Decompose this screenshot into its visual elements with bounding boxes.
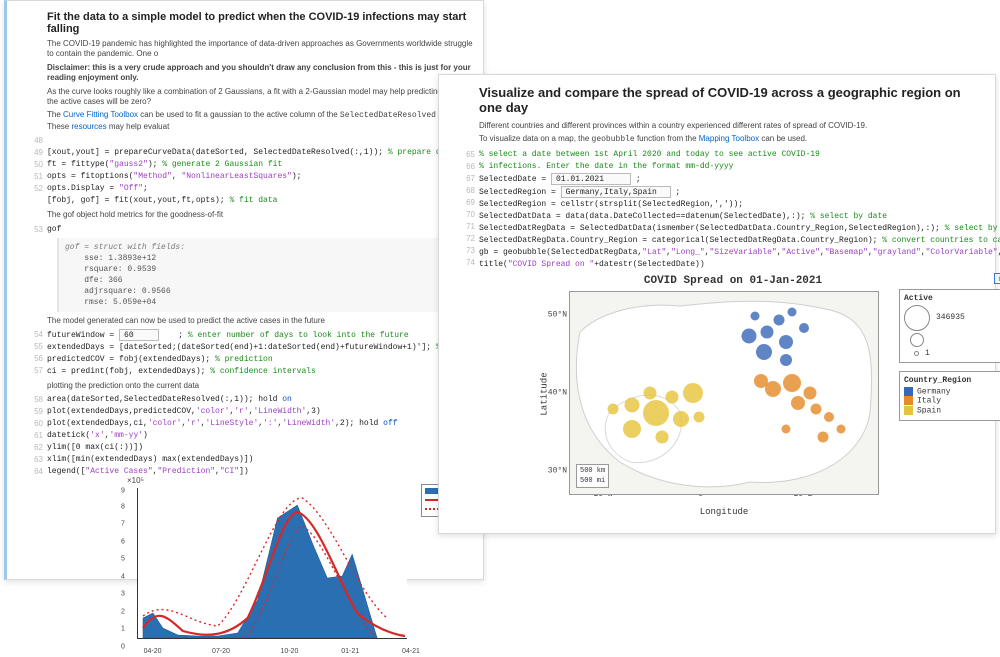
code-block-fit[interactable]: 4849505152 [xout,yout] = prepareCurveDat…	[47, 135, 473, 207]
plot-paragraph: plotting the prediction onto the current…	[47, 381, 473, 391]
code-block-predict[interactable]: 54555657 futureWindow = 60 ; % enter num…	[47, 329, 473, 378]
section-title-right: Visualize and compare the spread of COVI…	[479, 85, 985, 115]
region-legend: Country_Region Germany Italy Spain	[899, 371, 1000, 421]
map-xlabel: Longitude	[569, 507, 879, 517]
chart-axes	[137, 488, 407, 639]
info-icon[interactable]: i	[994, 273, 1000, 284]
map-canvas[interactable]: 500 km500 mi	[569, 291, 879, 495]
mapping-toolbox-link[interactable]: Mapping Toolbox	[699, 134, 759, 143]
bubble-italy	[765, 381, 781, 397]
scale-bar: 500 km500 mi	[576, 464, 609, 488]
figure-prediction-chart: i ×10⁵ 0 1 2 3 4 5 6 7	[107, 482, 487, 657]
gof-paragraph: The gof object hold metrics for the good…	[47, 210, 473, 220]
bubble-size-legend: Active 346935 1	[899, 289, 1000, 363]
selected-date-input[interactable]: 01.01.2021	[551, 173, 631, 185]
map-title: COVID Spread on 01-Jan-2021	[573, 275, 893, 287]
notebook-right: Visualize and compare the spread of COVI…	[438, 74, 996, 534]
mapping-toolbox-paragraph: To visualize data on a map, the geobubbl…	[479, 134, 985, 145]
disclaimer-text: Disclaimer: this is a very crude approac…	[47, 63, 473, 84]
future-window-input[interactable]: 60	[119, 329, 159, 341]
figure-geobubble-map: i COVID Spread on 01-Jan-2021 Latitude 5…	[513, 275, 1000, 513]
section-title-left: Fit the data to a simple model to predic…	[47, 11, 473, 35]
resources-link[interactable]: resources	[71, 122, 106, 131]
notebook-left: Fit the data to a simple model to predic…	[4, 0, 484, 580]
model-paragraph: The model generated can now be used to p…	[47, 316, 473, 326]
selected-region-input[interactable]: Germany,Italy,Spain	[561, 186, 671, 198]
code-block-plot[interactable]: 58596061626364 area(dateSorted,SelectedD…	[47, 394, 473, 478]
bubble-germany	[774, 315, 785, 326]
y-axis-exponent: ×10⁵	[127, 476, 144, 485]
intro-paragraph: The COVID-19 pandemic has highlighted th…	[47, 39, 473, 60]
bubble-spain	[624, 397, 639, 412]
gaussian-note: As the curve looks roughly like a combin…	[47, 87, 473, 108]
right-intro: Different countries and different provin…	[479, 121, 985, 131]
output-gof: gof = struct with fields: sse: 1.3893e+1…	[57, 238, 473, 312]
curve-fitting-toolbox-link[interactable]: Curve Fitting Toolbox	[63, 110, 138, 119]
toolbox-paragraph: The Curve Fitting Toolbox can be used to…	[47, 110, 473, 132]
code-block-geobubble[interactable]: 65666768697071727374 % select a date bet…	[479, 149, 985, 271]
code-block-gof[interactable]: 53 gof	[47, 224, 473, 236]
